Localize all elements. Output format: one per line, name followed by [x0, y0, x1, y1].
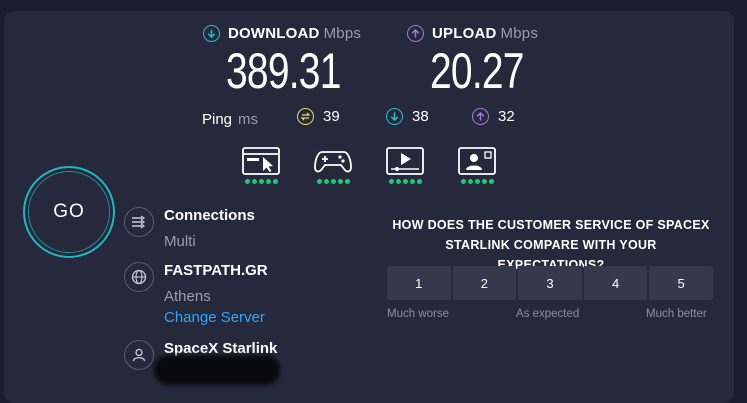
- survey-rating-scale: 1 2 3 4 5: [387, 266, 713, 300]
- ping-idle-value: 39: [323, 108, 340, 125]
- download-label: DOWNLOAD: [228, 25, 320, 42]
- upload-value: 20.27: [430, 43, 524, 99]
- download-unit: Mbps: [323, 25, 362, 42]
- connections-title: Connections: [164, 207, 255, 224]
- gaming-rating-dots: [313, 179, 353, 184]
- ping-upload-value: 32: [498, 108, 515, 125]
- ping-download-value: 38: [412, 108, 429, 125]
- user-icon: [124, 340, 154, 370]
- web-browsing-rating: [241, 146, 281, 184]
- go-button-label[interactable]: GO: [28, 171, 110, 253]
- web-rating-dots: [241, 179, 281, 184]
- download-metric: DOWNLOAD Mbps: [203, 25, 361, 42]
- upload-label: UPLOAD: [432, 25, 497, 42]
- rating-option-4[interactable]: 4: [583, 266, 648, 300]
- scale-high-label: Much better: [646, 308, 707, 320]
- idle-latency-icon: [297, 108, 314, 125]
- gaming-rating: [313, 146, 353, 184]
- download-value: 389.31: [226, 43, 341, 99]
- upload-metric: UPLOAD Mbps: [407, 25, 538, 42]
- browser-cursor-icon: [242, 147, 280, 175]
- scale-low-label: Much worse: [387, 308, 449, 320]
- video-call-rating: [457, 146, 497, 184]
- connections-icon: [124, 207, 154, 237]
- video-call-rating-dots: [457, 179, 497, 184]
- ping-unit: ms: [238, 111, 259, 128]
- ping-upload: 32: [472, 108, 515, 125]
- scale-mid-label: As expected: [516, 308, 580, 320]
- redacted-ip: [154, 355, 280, 385]
- go-button[interactable]: GO: [23, 166, 115, 258]
- rating-option-5[interactable]: 5: [649, 266, 713, 300]
- globe-icon: [124, 262, 154, 292]
- ping-label: Ping ms: [202, 111, 258, 128]
- change-server-link[interactable]: Change Server: [164, 309, 265, 326]
- video-call-icon: [458, 147, 496, 175]
- ping-idle: 39: [297, 108, 340, 125]
- rating-option-3[interactable]: 3: [518, 266, 582, 300]
- server-name: FASTPATH.GR: [164, 262, 268, 279]
- video-player-icon: [386, 147, 424, 175]
- ping-row: Ping ms 39 38 32: [0, 108, 747, 130]
- upload-latency-icon: [472, 108, 489, 125]
- gamepad-icon: [314, 151, 352, 173]
- upload-unit: Mbps: [500, 25, 539, 42]
- streaming-rating: [385, 146, 425, 184]
- rating-option-1[interactable]: 1: [387, 266, 451, 300]
- streaming-rating-dots: [385, 179, 425, 184]
- ping-label-text: Ping: [202, 111, 233, 128]
- upload-arrow-icon: [407, 25, 424, 42]
- connections-mode[interactable]: Multi: [164, 233, 196, 250]
- ping-download: 38: [386, 108, 429, 125]
- server-location: Athens: [164, 288, 211, 305]
- rating-option-2[interactable]: 2: [452, 266, 517, 300]
- download-latency-icon: [386, 108, 403, 125]
- download-arrow-icon: [203, 25, 220, 42]
